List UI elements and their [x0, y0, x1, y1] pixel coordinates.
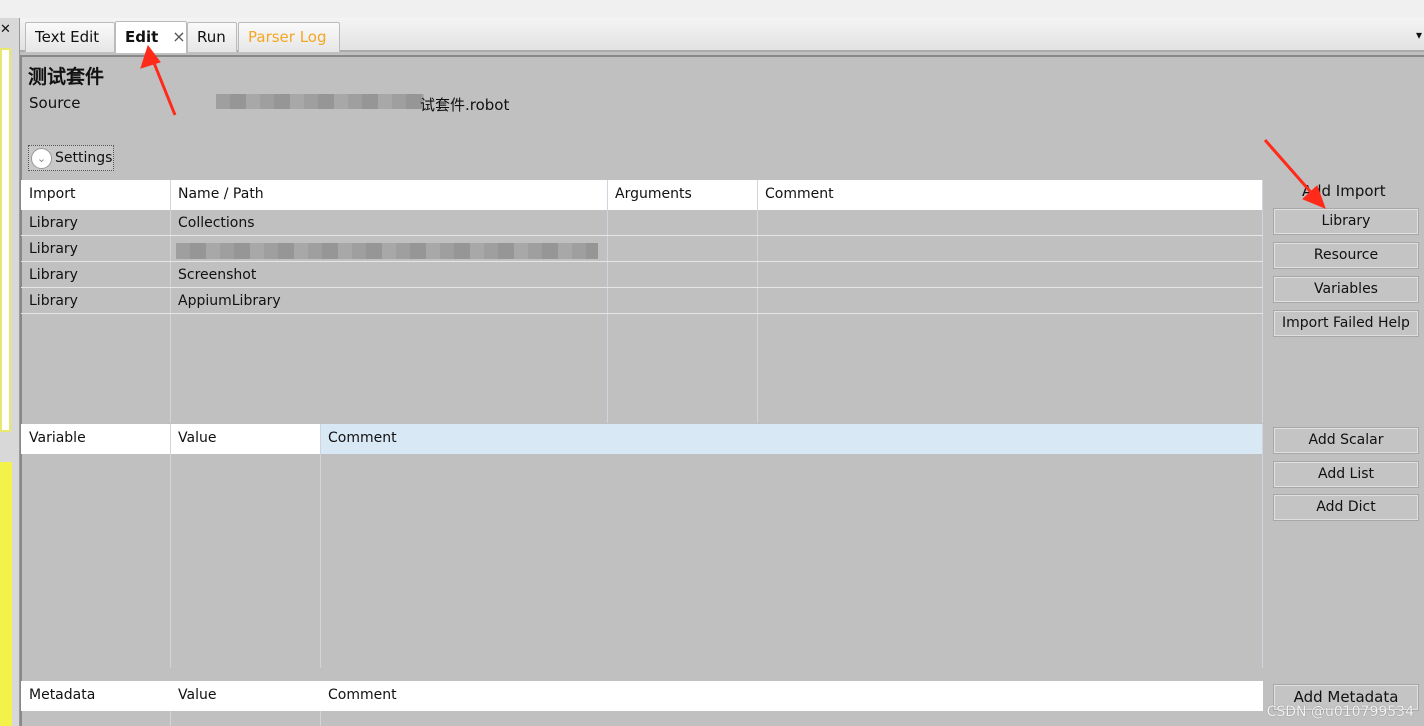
red-arrow-icon [140, 44, 177, 116]
annotation-arrows [140, 44, 1326, 209]
red-arrow-icon [1263, 139, 1326, 209]
watermark: CSDN @u010799534 [1266, 704, 1414, 720]
